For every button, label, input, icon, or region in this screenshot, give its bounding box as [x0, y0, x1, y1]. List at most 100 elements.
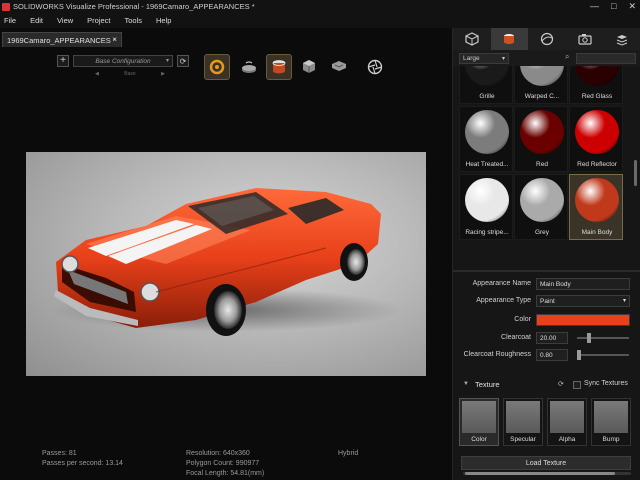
- tab-libraries[interactable]: [603, 28, 640, 50]
- menu-help[interactable]: Help: [156, 16, 171, 25]
- texture-slot-label: Alpha: [558, 436, 576, 443]
- appearance-name-label: Appearance Name: [472, 280, 531, 287]
- texture-preview: [550, 401, 584, 433]
- clearcoat-slider-handle[interactable]: [587, 333, 591, 343]
- tab-models[interactable]: [453, 28, 491, 50]
- configuration-nav: ◀ Base ▶: [95, 71, 165, 77]
- swatch-label: Red Reflector: [577, 161, 617, 168]
- scrollbar-thumb[interactable]: [634, 160, 637, 186]
- appearance-swatch[interactable]: Red: [514, 106, 568, 172]
- menu-file[interactable]: File: [4, 16, 16, 25]
- render-mode-text: Hybrid: [338, 450, 359, 457]
- clearcoat-label: Clearcoat: [501, 334, 531, 341]
- scrollbar-thumb[interactable]: [465, 472, 615, 475]
- search-input[interactable]: [576, 53, 636, 64]
- roughness-row: Clearcoat Roughness 0.80: [453, 349, 640, 363]
- document-tab-bar: 1969Camaro_APPEARANCES * ×: [0, 30, 452, 48]
- texture-preview: [462, 401, 496, 433]
- configuration-value: Base Configuration: [95, 58, 151, 65]
- texture-slot-label: Specular: [510, 436, 536, 443]
- configuration-sub-label: Base: [124, 71, 136, 77]
- link-icon: ⟳: [558, 381, 564, 388]
- passes-text: Passes: 81: [42, 450, 77, 457]
- texture-slot-alpha[interactable]: Alpha: [547, 398, 587, 446]
- palette-panel: Large ▾ ⌕ Grille Warped C... Red Glass Heat…: [452, 28, 640, 480]
- swatch-label: Red Glass: [581, 93, 613, 100]
- swatch-label: Grille: [479, 93, 495, 100]
- tab-cameras[interactable]: [566, 28, 604, 50]
- appearance-swatch[interactable]: Racing stripe...: [459, 174, 513, 240]
- tab-scenes[interactable]: [528, 28, 566, 50]
- texture-slot-label: Bump: [602, 436, 620, 443]
- texture-slots: Color Specular Alpha Bump: [459, 398, 635, 448]
- appearance-swatch[interactable]: Red Reflector: [569, 106, 623, 172]
- clearcoat-field[interactable]: 20.00: [536, 332, 568, 344]
- turntable-icon[interactable]: [236, 54, 262, 80]
- swatch-preview-ball: [465, 178, 509, 222]
- chevron-down-icon: ▾: [165, 58, 169, 64]
- menu-view[interactable]: View: [57, 16, 73, 25]
- texture-section-title: Texture: [475, 380, 500, 389]
- render-stats-right: Hybrid: [338, 449, 358, 459]
- cube-icon[interactable]: [296, 54, 322, 80]
- thumbnail-size-select[interactable]: Large ▾: [459, 53, 509, 64]
- appearance-name-field[interactable]: Main Body: [536, 278, 630, 290]
- prev-configuration-icon[interactable]: ◀: [95, 71, 99, 77]
- tab-close-icon[interactable]: ×: [112, 35, 117, 44]
- add-configuration-button[interactable]: +: [57, 55, 69, 67]
- app-icon: [2, 2, 10, 11]
- texture-section-header[interactable]: ▼ Texture ⟳ Sync Textures: [453, 378, 640, 392]
- appearance-swatch[interactable]: Warped C...: [514, 66, 568, 104]
- appearance-type-select[interactable]: Paint ▾: [536, 295, 630, 307]
- thumbnail-size-value: Large: [463, 55, 480, 62]
- menu-project[interactable]: Project: [87, 16, 110, 25]
- color-picker[interactable]: [536, 314, 630, 326]
- texture-slot-color[interactable]: Color: [459, 398, 499, 446]
- swatch-preview-ball: [520, 110, 564, 154]
- appearance-icon: [504, 34, 515, 44]
- refresh-configuration-button[interactable]: ⟳: [177, 55, 189, 67]
- swatch-preview-ball: [575, 110, 619, 154]
- sync-textures-checkbox[interactable]: [573, 381, 581, 389]
- panel-horizontal-scrollbar[interactable]: [463, 472, 631, 475]
- close-button[interactable]: ✕: [628, 1, 636, 12]
- paint-bucket-icon[interactable]: [266, 54, 292, 80]
- panel-divider[interactable]: [453, 270, 640, 272]
- swatch-label: Main Body: [581, 229, 613, 236]
- next-configuration-icon[interactable]: ▶: [161, 71, 165, 77]
- texture-slot-bump[interactable]: Bump: [591, 398, 631, 446]
- menu-tools[interactable]: Tools: [125, 16, 143, 25]
- swatch-preview-ball: [465, 110, 509, 154]
- appearance-type-label: Appearance Type: [476, 297, 531, 304]
- tray-icon[interactable]: [326, 54, 352, 80]
- clearcoat-slider[interactable]: [577, 333, 629, 343]
- render-viewport[interactable]: [26, 152, 426, 376]
- render-stats-left: Passes: 81 Passes per second: 13.14: [42, 449, 123, 469]
- menu-edit[interactable]: Edit: [30, 16, 43, 25]
- load-texture-button[interactable]: Load Texture: [461, 456, 631, 470]
- swatch-label: Racing stripe...: [465, 229, 509, 236]
- appearance-swatch[interactable]: Main Body: [569, 174, 623, 240]
- library-scrollbar[interactable]: [633, 66, 638, 270]
- model-icon: [465, 32, 479, 46]
- aperture-icon[interactable]: [362, 54, 388, 80]
- swatch-label: Grey: [534, 229, 550, 236]
- minimize-button[interactable]: —: [590, 1, 599, 12]
- appearance-swatch[interactable]: Grey: [514, 174, 568, 240]
- roughness-slider[interactable]: [577, 350, 629, 360]
- roughness-field[interactable]: 0.80: [536, 349, 568, 361]
- swatch-preview-ball: [520, 66, 564, 86]
- texture-slot-specular[interactable]: Specular: [503, 398, 543, 446]
- tab-1969camaro[interactable]: 1969Camaro_APPEARANCES * ×: [2, 32, 122, 47]
- appearance-swatch[interactable]: Red Glass: [569, 66, 623, 104]
- swatch-preview-ball: [520, 178, 564, 222]
- tab-appearances[interactable]: [490, 28, 529, 50]
- appearance-swatch[interactable]: Grille: [459, 66, 513, 104]
- maximize-button[interactable]: □: [611, 1, 616, 12]
- appearance-swatch[interactable]: Heat Treated...: [459, 106, 513, 172]
- ring-icon[interactable]: [204, 54, 230, 80]
- collapse-triangle-icon[interactable]: ▼: [463, 381, 469, 387]
- roughness-slider-handle[interactable]: [577, 350, 581, 360]
- configuration-select[interactable]: Base Configuration ▾: [73, 55, 173, 67]
- swatch-preview-ball: [575, 178, 619, 222]
